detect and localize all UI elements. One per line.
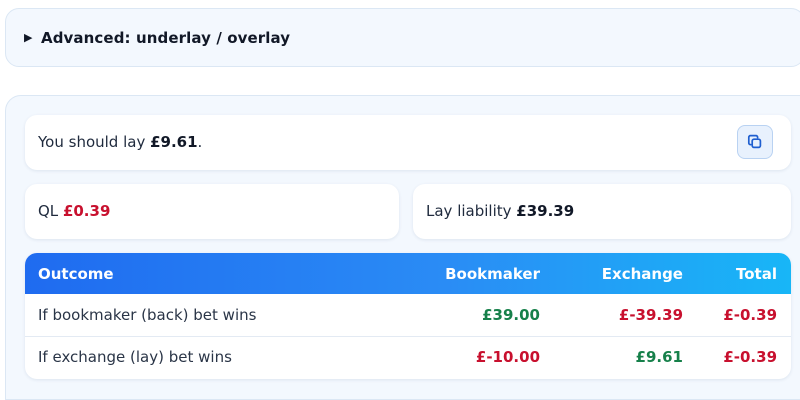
lay-instruction-prefix: You should lay — [38, 133, 151, 151]
lay-liability-label: Lay liability — [426, 202, 517, 220]
header-exchange: Exchange — [601, 264, 683, 283]
row-bookmaker-value: £-10.00 — [390, 335, 540, 378]
row-total-value: £-0.39 — [683, 335, 791, 378]
lay-liability-value: £39.39 — [516, 202, 575, 220]
table-row: If bookmaker (back) bet wins £39.00 £-39… — [25, 294, 791, 336]
table-header-row: Outcome Bookmaker Exchange Total — [25, 253, 791, 294]
lay-instruction: You should lay £9.61. — [38, 133, 202, 151]
advanced-options-label: Advanced: underlay / overlay — [41, 28, 291, 47]
row-bookmaker-value: £39.00 — [482, 305, 540, 324]
row-outcome-label: If exchange (lay) bet wins — [25, 335, 390, 378]
lay-amount-card: You should lay £9.61. — [25, 115, 791, 170]
lay-liability-card: Lay liability £39.39 — [413, 184, 791, 239]
qualifying-loss-value: £0.39 — [62, 202, 111, 220]
copy-icon — [747, 134, 762, 149]
copy-button[interactable] — [737, 125, 773, 159]
advanced-options-toggle[interactable]: ▶ Advanced: underlay / overlay — [5, 8, 800, 67]
row-outcome-label: If bookmaker (back) bet wins — [38, 305, 257, 324]
lay-amount-value: £9.61 — [150, 133, 198, 151]
header-total: Total — [736, 264, 777, 283]
row-exchange-value: £9.61 — [540, 335, 683, 378]
qualifying-loss-label: QL — [38, 202, 63, 220]
qualifying-loss-card: QL £0.39 — [25, 184, 399, 239]
outcome-table: Outcome Bookmaker Exchange Total If book… — [25, 253, 791, 379]
row-exchange-value: £-39.39 — [618, 305, 683, 324]
row-total-value: £-0.39 — [723, 305, 777, 324]
results-panel: You should lay £9.61. QL £0.39 Lay liabi… — [5, 95, 800, 400]
header-outcome: Outcome — [38, 264, 114, 283]
disclosure-triangle-icon: ▶ — [24, 31, 33, 44]
lay-instruction-suffix: . — [197, 133, 203, 151]
table-row: If exchange (lay) bet wins £-10.00 £9.61… — [25, 335, 791, 378]
header-bookmaker: Bookmaker — [445, 264, 540, 283]
